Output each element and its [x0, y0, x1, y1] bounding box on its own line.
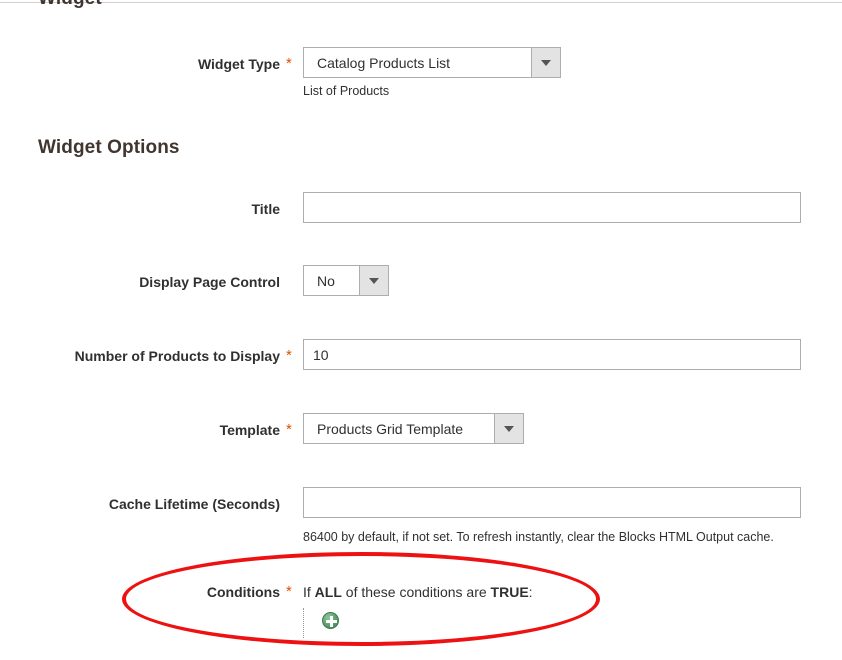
conditions-suffix: :: [528, 584, 533, 600]
widget-type-select[interactable]: Catalog Products List: [303, 47, 561, 78]
section-title-widget: Widget: [38, 0, 102, 10]
field-conditions: Conditions * If ALL of these conditions …: [0, 575, 842, 609]
widget-type-select-value: Catalog Products List: [317, 54, 451, 71]
field-number-of-products: Number of Products to Display *: [0, 339, 842, 373]
chevron-down-icon[interactable]: [531, 48, 560, 77]
field-template: Template * Products Grid Template: [0, 413, 842, 447]
template-select[interactable]: Products Grid Template: [303, 413, 524, 444]
display-page-control-select-value: No: [317, 272, 335, 289]
template-required-asterisk: *: [286, 421, 292, 438]
template-label: Template: [219, 422, 280, 438]
field-display-page-control: Display Page Control No: [0, 265, 842, 299]
cache-lifetime-input[interactable]: [303, 487, 801, 518]
conditions-tree-guide: [303, 608, 304, 638]
section-title-widget-options: Widget Options: [38, 137, 180, 158]
cache-lifetime-label: Cache Lifetime (Seconds): [108, 496, 280, 512]
widget-type-label: Widget Type: [197, 56, 280, 72]
field-title: Title: [0, 192, 842, 226]
number-of-products-label: Number of Products to Display: [74, 348, 280, 364]
conditions-required-asterisk: *: [286, 583, 292, 600]
title-label: Title: [251, 201, 280, 217]
top-divider: [0, 2, 842, 3]
cache-lifetime-note: 86400 by default, if not set. To refresh…: [303, 530, 774, 544]
number-of-products-required-asterisk: *: [286, 347, 292, 364]
widget-type-note: List of Products: [303, 84, 390, 98]
number-of-products-input[interactable]: [303, 339, 801, 370]
conditions-sentence: If ALL of these conditions are TRUE:: [303, 575, 533, 609]
chevron-down-icon[interactable]: [494, 414, 523, 443]
template-select-value: Products Grid Template: [317, 420, 464, 437]
conditions-aggregator-link[interactable]: ALL: [315, 584, 342, 600]
display-page-control-label: Display Page Control: [139, 274, 280, 290]
conditions-label: Conditions: [206, 584, 280, 600]
conditions-prefix: If: [303, 584, 311, 600]
title-input[interactable]: [303, 192, 801, 223]
field-widget-type: Widget Type * Catalog Products List: [0, 47, 842, 81]
display-page-control-select[interactable]: No: [303, 265, 389, 296]
field-cache-lifetime: Cache Lifetime (Seconds): [0, 487, 842, 521]
plus-circle-icon[interactable]: [322, 612, 339, 629]
conditions-truth-link[interactable]: TRUE: [491, 584, 529, 600]
chevron-down-icon[interactable]: [359, 266, 388, 295]
conditions-middle: of these conditions are: [345, 584, 487, 600]
widget-type-required-asterisk: *: [286, 55, 292, 72]
